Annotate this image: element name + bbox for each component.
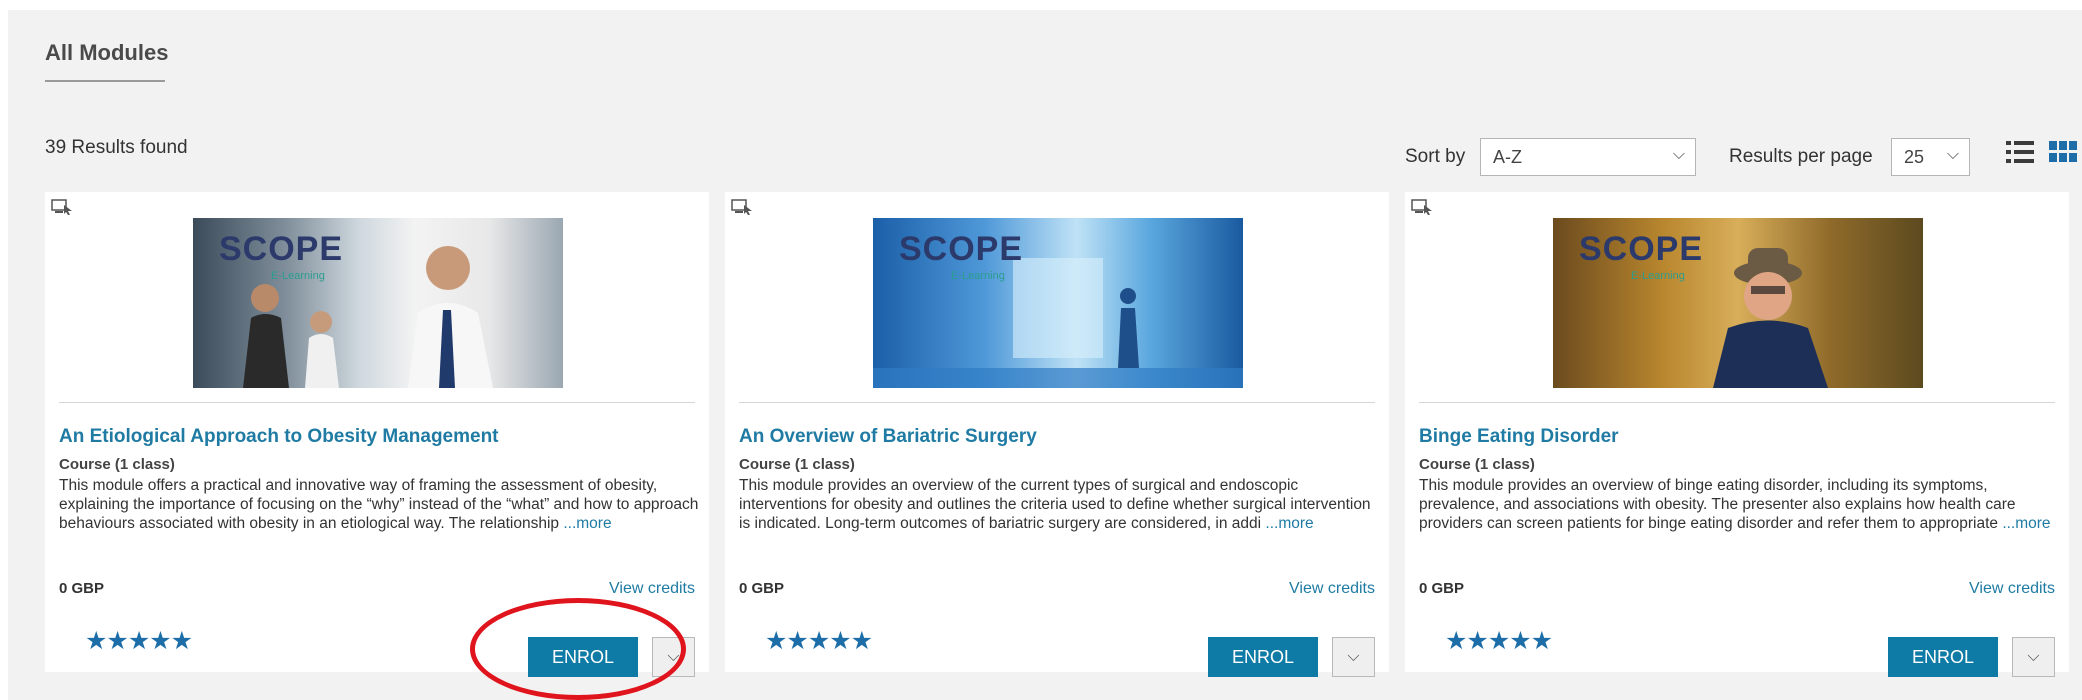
- sort-select-value: A-Z: [1493, 147, 1522, 167]
- description-text: This module provides an overview of bing…: [1419, 477, 2016, 532]
- rating-stars: ★★★★★: [765, 627, 873, 655]
- module-thumbnail[interactable]: SCOPE E-Learning: [193, 218, 563, 388]
- page-title: All Modules: [45, 40, 169, 65]
- enrol-options-button[interactable]: ⌵: [2012, 637, 2055, 677]
- module-description: This module provides an overview of bing…: [1419, 476, 2059, 533]
- module-thumbnail[interactable]: SCOPE E-Learning: [873, 218, 1243, 388]
- enrol-button[interactable]: ENROL: [528, 637, 638, 677]
- module-description: This module provides an overview of the …: [739, 476, 1379, 533]
- chevron-down-icon: ⌵: [1347, 648, 1360, 665]
- card-divider: [739, 402, 1375, 403]
- module-card: SCOPE E-Learning An Etiological Approach…: [45, 192, 709, 677]
- scope-logo: SCOPE: [899, 230, 1024, 268]
- online-course-icon: [51, 199, 72, 215]
- enrol-options-button[interactable]: ⌵: [652, 637, 695, 677]
- results-per-page-select[interactable]: 25 ⌵: [1891, 138, 1970, 176]
- list-view-icon[interactable]: [2005, 138, 2035, 166]
- sort-select[interactable]: A-Z ⌵: [1480, 138, 1696, 176]
- chevron-down-icon: ⌵: [667, 648, 680, 665]
- sort-label: Sort by: [1405, 146, 1466, 167]
- scope-logo: SCOPE: [219, 230, 344, 268]
- chevron-down-icon: ⌵: [2027, 648, 2040, 665]
- more-link[interactable]: ...more: [1265, 515, 1313, 532]
- module-type: Course (1 class): [739, 456, 855, 473]
- module-description: This module offers a practical and innov…: [59, 476, 699, 533]
- chevron-down-icon: ⌵: [1672, 146, 1685, 163]
- results-per-page-label: Results per page: [1729, 146, 1873, 167]
- rating-stars: ★★★★★: [85, 627, 193, 655]
- view-credits-link[interactable]: View credits: [1969, 580, 2055, 598]
- module-price: 0 GBP: [59, 580, 105, 597]
- grid-view-icon[interactable]: [2048, 138, 2078, 166]
- module-type: Course (1 class): [59, 456, 175, 473]
- scope-logo: SCOPE: [1579, 230, 1704, 268]
- results-per-page-value: 25: [1904, 147, 1925, 167]
- module-price: 0 GBP: [1419, 580, 1465, 597]
- module-card: SCOPE E-Learning An Overview of Bariatri…: [725, 192, 1389, 677]
- card-divider: [59, 402, 695, 403]
- scope-logo-subtitle: E-Learning: [951, 270, 1005, 282]
- module-type: Course (1 class): [1419, 456, 1535, 473]
- module-price: 0 GBP: [739, 580, 785, 597]
- title-underline: [45, 80, 165, 82]
- chevron-down-icon: ⌵: [1946, 146, 1959, 163]
- online-course-icon: [1411, 199, 1432, 215]
- module-card: SCOPE E-Learning Binge Eating Disorder C…: [1405, 192, 2069, 677]
- module-thumbnail[interactable]: SCOPE E-Learning: [1553, 218, 1923, 388]
- modules-page: All Modules 39 Results found Sort by A-Z…: [8, 10, 2082, 700]
- module-title[interactable]: An Etiological Approach to Obesity Manag…: [59, 426, 499, 448]
- enrol-options-button[interactable]: ⌵: [1332, 637, 1375, 677]
- scope-logo-subtitle: E-Learning: [271, 270, 325, 282]
- module-title[interactable]: An Overview of Bariatric Surgery: [739, 426, 1037, 448]
- enrol-button[interactable]: ENROL: [1888, 637, 1998, 677]
- results-count: 39 Results found: [45, 137, 188, 158]
- module-title[interactable]: Binge Eating Disorder: [1419, 426, 1619, 448]
- more-link[interactable]: ...more: [2002, 515, 2050, 532]
- more-link[interactable]: ...more: [563, 515, 611, 532]
- scope-logo-subtitle: E-Learning: [1631, 270, 1685, 282]
- online-course-icon: [731, 199, 752, 215]
- view-credits-link[interactable]: View credits: [609, 580, 695, 598]
- card-divider: [1419, 402, 2055, 403]
- rating-stars: ★★★★★: [1445, 627, 1553, 655]
- view-credits-link[interactable]: View credits: [1289, 580, 1375, 598]
- enrol-button[interactable]: ENROL: [1208, 637, 1318, 677]
